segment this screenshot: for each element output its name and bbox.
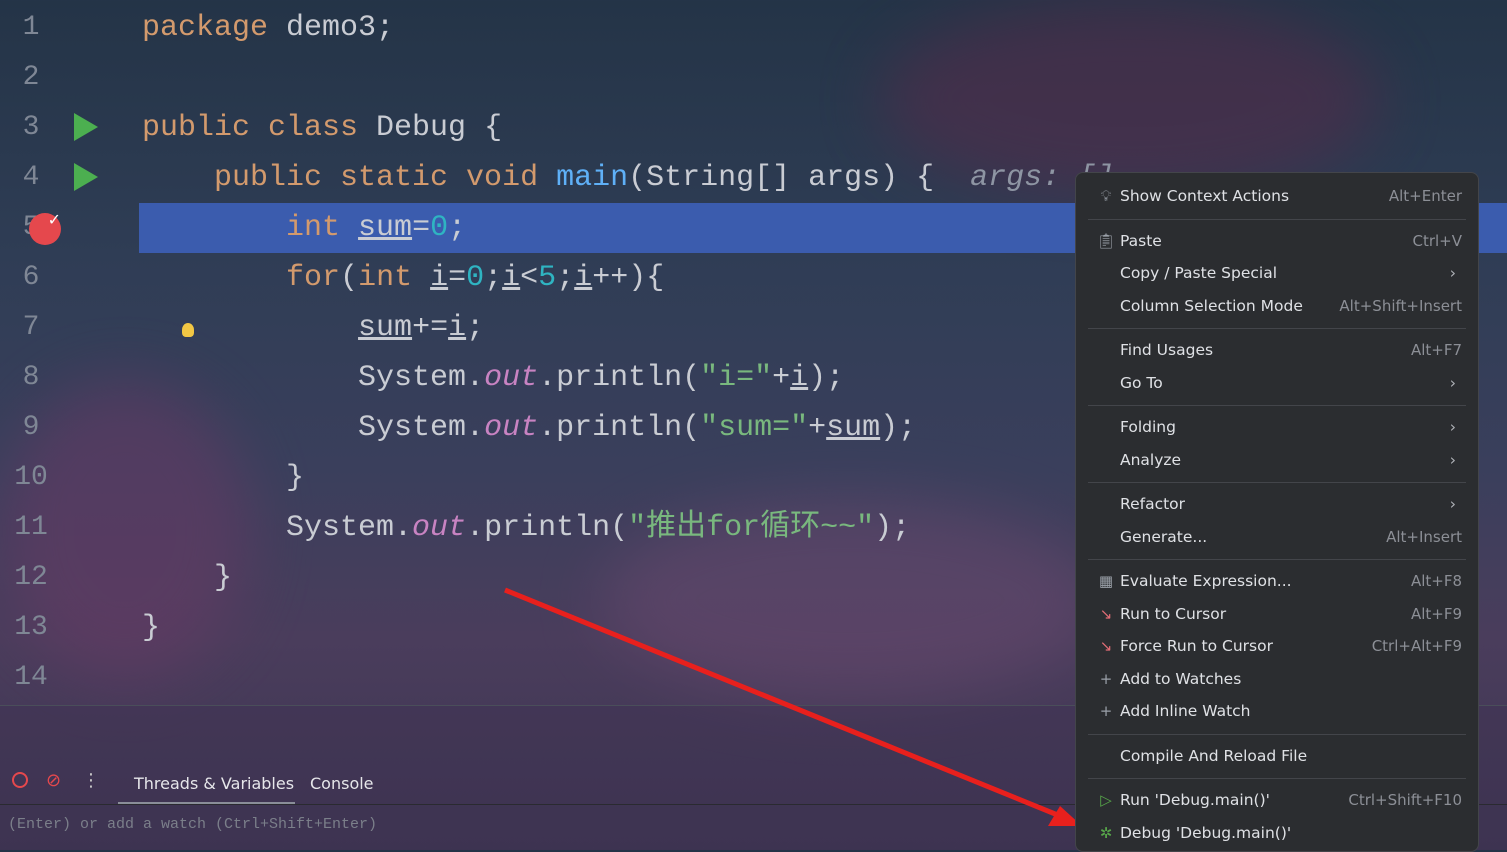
menu-item-add-to-watches[interactable]: + Add to Watches <box>1084 664 1470 694</box>
menu-item-go-to[interactable]: Go To › <box>1084 368 1470 398</box>
menu-separator <box>1088 482 1466 483</box>
menu-item-label: Copy / Paste Special <box>1120 264 1278 282</box>
menu-item-analyze[interactable]: Analyze › <box>1084 445 1470 475</box>
debug-bug-icon: ✲ <box>1099 823 1113 842</box>
menu-item-label: Add to Watches <box>1120 669 1242 688</box>
menu-item-run-debug-main[interactable]: ▷ Run 'Debug.main()' Ctrl+Shift+F10 <box>1084 785 1470 815</box>
menu-item-shortcut: Alt+Shift+Insert <box>1339 296 1462 315</box>
menu-item-label: Folding <box>1120 418 1176 436</box>
menu-item-label: Evaluate Expression... <box>1120 572 1292 590</box>
menu-item-label: Find Usages <box>1120 341 1214 359</box>
context-menu: 💡︎ Show Context Actions Alt+Enter 📋︎ Paste Ct… <box>1075 172 1479 852</box>
menu-item-label: Analyze <box>1120 450 1182 469</box>
menu-separator <box>1088 559 1466 560</box>
menu-item-column-selection-mode[interactable]: Column Selection Mode Alt+Shift+Insert <box>1084 291 1470 321</box>
lightbulb-icon: 💡︎ <box>1100 187 1112 205</box>
run-to-cursor-icon: ↘ <box>1099 604 1113 623</box>
menu-item-label: Show Context Actions <box>1120 187 1290 205</box>
chevron-right-icon: › <box>1449 450 1456 469</box>
menu-item-shortcut: Alt+F7 <box>1410 341 1462 359</box>
menu-item-shortcut: Alt+Enter <box>1388 187 1462 205</box>
menu-item-generate[interactable]: Generate... Alt+Insert <box>1084 522 1470 552</box>
menu-item-shortcut: Alt+Insert <box>1386 527 1462 546</box>
menu-item-shortcut: Ctrl+Shift+F10 <box>1348 791 1462 809</box>
menu-item-shortcut: Ctrl+V <box>1412 231 1462 250</box>
arrow-shaft <box>504 587 1066 821</box>
menu-separator <box>1088 328 1466 329</box>
menu-item-folding[interactable]: Folding › <box>1084 412 1470 442</box>
calculator-icon: ▦ <box>1098 572 1114 590</box>
menu-item-shortcut: Alt+F8 <box>1410 572 1462 590</box>
menu-item-run-to-cursor[interactable]: ↘ Run to Cursor Alt+F9 <box>1084 599 1470 629</box>
menu-separator <box>1088 778 1466 779</box>
add-watch-icon: + <box>1099 669 1113 688</box>
menu-item-refactor[interactable]: Refactor › <box>1084 489 1470 519</box>
menu-item-shortcut: Alt+F9 <box>1410 604 1462 623</box>
menu-item-debug-debug-main[interactable]: ✲ Debug 'Debug.main()' <box>1084 818 1470 848</box>
chevron-right-icon: › <box>1449 418 1456 436</box>
menu-item-label: Add Inline Watch <box>1120 702 1251 720</box>
menu-item-label: Generate... <box>1120 527 1208 546</box>
chevron-right-icon: › <box>1449 495 1456 513</box>
menu-item-add-inline-watch[interactable]: + Add Inline Watch <box>1084 696 1470 726</box>
menu-item-find-usages[interactable]: Find Usages Alt+F7 <box>1084 335 1470 365</box>
menu-item-label: Run to Cursor <box>1120 604 1227 623</box>
menu-item-label: Compile And Reload File <box>1120 746 1308 765</box>
force-run-to-cursor-icon: ↘ <box>1099 637 1113 655</box>
menu-separator <box>1088 733 1466 735</box>
menu-item-label: Go To <box>1120 373 1163 392</box>
chevron-right-icon: › <box>1449 264 1456 282</box>
menu-item-label: Refactor <box>1120 495 1186 513</box>
run-icon: ▷ <box>1100 791 1112 809</box>
menu-item-label: Force Run to Cursor <box>1120 637 1273 655</box>
menu-separator <box>1088 405 1466 406</box>
menu-item-show-context-actions[interactable]: 💡︎ Show Context Actions Alt+Enter <box>1084 181 1470 211</box>
menu-item-force-run-to-cursor[interactable]: ↘ Force Run to Cursor Ctrl+Alt+F9 <box>1084 631 1470 661</box>
menu-item-paste[interactable]: 📋︎ Paste Ctrl+V <box>1084 226 1470 256</box>
add-inline-watch-icon: + <box>1099 702 1113 720</box>
menu-item-shortcut: Ctrl+Alt+F9 <box>1371 637 1462 655</box>
menu-item-copy-paste-special[interactable]: Copy / Paste Special › <box>1084 258 1470 288</box>
menu-item-label: Run 'Debug.main()' <box>1120 791 1270 809</box>
chevron-right-icon: › <box>1449 373 1456 392</box>
menu-item-label: Paste <box>1120 231 1162 250</box>
menu-item-label: Column Selection Mode <box>1120 296 1303 315</box>
clipboard-icon: 📋︎ <box>1096 231 1116 250</box>
menu-separator <box>1088 218 1466 220</box>
menu-item-label: Debug 'Debug.main()' <box>1120 823 1292 842</box>
menu-item-compile-and-reload-file[interactable]: Compile And Reload File <box>1084 741 1470 771</box>
menu-item-evaluate-expression[interactable]: ▦ Evaluate Expression... Alt+F8 <box>1084 566 1470 596</box>
